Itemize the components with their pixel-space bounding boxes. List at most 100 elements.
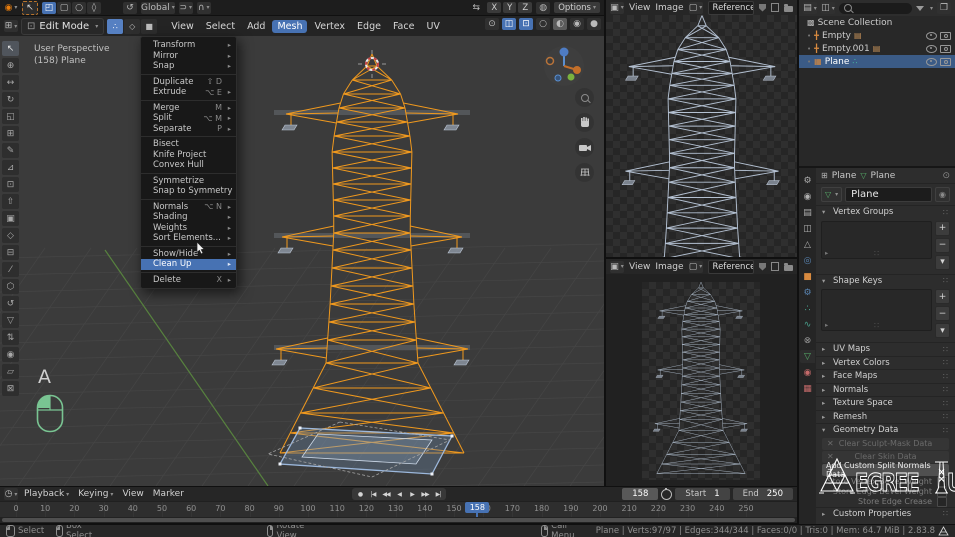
mirror-icon[interactable]: ⇆ <box>469 2 483 14</box>
filter-icon[interactable] <box>916 6 924 11</box>
outliner-item-plane[interactable]: •▦Plane∴ <box>799 55 955 68</box>
circle-select-icon[interactable]: ○ <box>72 2 86 14</box>
tool-spin[interactable]: ↺ <box>2 296 19 311</box>
shading-material-icon[interactable]: ◉ <box>570 18 584 30</box>
tab-constraints[interactable]: ⊗ <box>800 334 815 347</box>
magnet-icon[interactable]: ⊃▾ <box>179 2 193 14</box>
jump-end-button[interactable]: ▶| <box>432 488 444 500</box>
eye-icon[interactable] <box>926 58 937 66</box>
specials-menu-button[interactable]: ▾ <box>935 323 950 338</box>
menu-item-duplicate[interactable]: Duplicate⇧ D <box>141 77 236 88</box>
menu-item-shading[interactable]: Shading▸ <box>141 212 236 223</box>
eye-icon[interactable] <box>926 45 937 53</box>
menu-view[interactable]: View <box>629 262 650 272</box>
menu-item-knife-project[interactable]: Knife Project <box>141 150 236 161</box>
timeline-menu-keying[interactable]: Keying▾ <box>78 489 113 499</box>
menu-item-snap-to-symmetry[interactable]: Snap to Symmetry <box>141 186 236 197</box>
overlays-icon[interactable]: ◫ <box>502 18 516 30</box>
menu-item-merge[interactable]: MergeM▸ <box>141 103 236 114</box>
tool-add-cube[interactable]: ⊡ <box>2 177 19 192</box>
stopwatch-icon[interactable] <box>661 489 672 500</box>
checkbox[interactable] <box>937 497 947 507</box>
zoom-icon[interactable] <box>575 88 594 107</box>
proportional-edit-icon[interactable]: ∩▾ <box>197 2 211 14</box>
shading-solid-icon[interactable]: ◐ <box>553 18 567 30</box>
options-button[interactable]: Options▾ <box>554 2 600 13</box>
tool-smooth[interactable]: ▽ <box>2 313 19 328</box>
viewport-menu-view[interactable]: View <box>166 20 199 33</box>
image-name-field[interactable]: Reference_3D_3.png <box>708 1 754 15</box>
mirror-axis-z[interactable]: Z <box>518 2 532 13</box>
shield-icon[interactable] <box>759 4 766 12</box>
tool-inset-faces[interactable]: ▣ <box>2 211 19 226</box>
menu-image[interactable]: Image <box>655 262 683 272</box>
viewport-menu-vertex[interactable]: Vertex <box>309 20 350 33</box>
orientation-dropdown[interactable]: Global▾ <box>141 2 175 14</box>
record-button[interactable]: ● <box>354 488 366 500</box>
playhead-badge[interactable]: 158 <box>465 502 489 513</box>
menu-item-snap[interactable]: Snap▸ <box>141 61 236 72</box>
tool-measure[interactable]: ⊿ <box>2 160 19 175</box>
panel-header-remesh[interactable]: ▸Remesh∷ <box>816 410 955 424</box>
panel-header-geometry-data[interactable]: ▾Geometry Data∷ <box>816 423 955 437</box>
menu-item-separate[interactable]: SeparateP▸ <box>141 124 236 135</box>
current-frame-field[interactable]: 158 <box>622 488 658 500</box>
tool-bevel[interactable]: ◇ <box>2 228 19 243</box>
tab-physics[interactable]: ∿ <box>800 318 815 331</box>
tool-cursor[interactable]: ⊕ <box>2 58 19 73</box>
vertex-mode-icon[interactable]: ∴ <box>107 19 123 34</box>
tool-shear[interactable]: ▱ <box>2 364 19 379</box>
display-mode-icon[interactable]: ◫▾ <box>821 2 835 14</box>
jump-start-button[interactable]: |◀ <box>367 488 379 500</box>
tool-annotate[interactable]: ✎ <box>2 143 19 158</box>
play-button[interactable]: ▶ <box>406 488 418 500</box>
outliner-item-empty[interactable]: •╋Empty▤ <box>799 29 955 42</box>
viewport-menu-face[interactable]: Face <box>388 20 419 33</box>
timeline-scrollbar[interactable] <box>0 517 797 523</box>
tab-tool[interactable]: ⚙ <box>800 174 815 187</box>
viewport-menu-select[interactable]: Select <box>201 20 240 33</box>
tool-scale[interactable]: ◱ <box>2 109 19 124</box>
3d-viewport[interactable]: User Perspective (158) Plane ↖⊕↔↻◱⊞✎⊿⊡⇧▣… <box>0 36 604 486</box>
edge-mode-icon[interactable]: ◇ <box>124 19 140 34</box>
menu-item-show-hide[interactable]: Show/Hide▸ <box>141 249 236 260</box>
panel-header-normals[interactable]: ▸Normals∷ <box>816 383 955 397</box>
panel-header-shape-keys[interactable]: ▾Shape Keys∷ <box>816 274 955 288</box>
mirror-axis-x[interactable]: X <box>487 2 501 13</box>
menu-image[interactable]: Image <box>655 3 683 13</box>
tab-particles[interactable]: ∴ <box>800 302 815 315</box>
tab-object[interactable]: ■ <box>800 270 815 283</box>
tool-shrink-fatten[interactable]: ◉ <box>2 347 19 362</box>
camera-icon[interactable] <box>940 45 951 53</box>
folder-icon[interactable] <box>784 6 793 12</box>
eye-icon[interactable] <box>926 32 937 40</box>
camera-view-icon[interactable] <box>575 138 594 157</box>
tool-rotate[interactable]: ↻ <box>2 92 19 107</box>
pan-hand-icon[interactable] <box>575 113 594 132</box>
panel-header-face-maps[interactable]: ▸Face Maps∷ <box>816 369 955 383</box>
viewport-menu-uv[interactable]: UV <box>421 20 444 33</box>
tool-poly-build[interactable]: ⬡ <box>2 279 19 294</box>
shading-rendered-icon[interactable]: ● <box>587 18 601 30</box>
fake-user-icon[interactable]: ◉ <box>935 187 950 202</box>
breadcrumb-object[interactable]: Plane <box>832 171 857 181</box>
new-collection-icon[interactable]: ❐ <box>937 2 951 14</box>
xray-icon[interactable]: ⊡ <box>519 18 533 30</box>
mirror-axis-y[interactable]: Y <box>503 2 516 13</box>
scene-collection-row[interactable]: ▩ Scene Collection <box>799 16 955 29</box>
tab-object-data[interactable]: ▽ <box>800 350 815 363</box>
menu-item-bisect[interactable]: Bisect <box>141 139 236 150</box>
tweak-icon[interactable]: ◰ <box>42 2 56 14</box>
navigation-gizmo[interactable] <box>542 44 586 91</box>
panel-header-uv-maps[interactable]: ▸UV Maps∷ <box>816 342 955 356</box>
menu-item-sort-elements-[interactable]: Sort Elements...▸ <box>141 233 236 244</box>
menu-item-weights[interactable]: Weights▸ <box>141 223 236 234</box>
tab-render[interactable]: ◉ <box>800 190 815 203</box>
shading-wireframe-icon[interactable]: ○ <box>536 18 550 30</box>
menu-item-clean-up[interactable]: Clean Up▸ <box>141 259 236 270</box>
orientation-icon[interactable]: ↺ <box>123 2 137 14</box>
cursor-tool-icon[interactable]: ↖ <box>22 1 38 15</box>
viewport-menu-mesh[interactable]: Mesh <box>272 20 307 33</box>
prev-keyframe-button[interactable]: ◀◀ <box>380 488 392 500</box>
menu-item-symmetrize[interactable]: Symmetrize <box>141 176 236 187</box>
